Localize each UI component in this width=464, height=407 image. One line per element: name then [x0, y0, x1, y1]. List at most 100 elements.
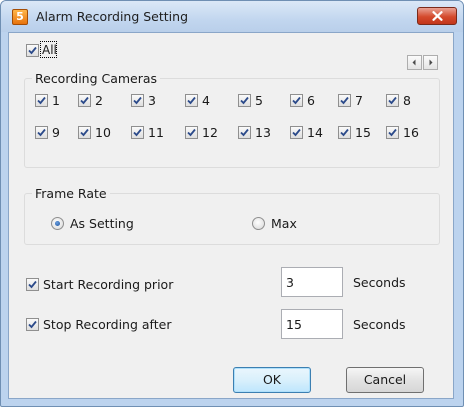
- checkmark-icon: [28, 280, 37, 289]
- close-icon: [432, 11, 443, 21]
- frame-rate-group: Frame Rate As Setting Max: [24, 186, 440, 245]
- camera-label: 10: [95, 125, 111, 140]
- checkmark-icon: [28, 46, 37, 55]
- camera-label: 2: [95, 93, 103, 108]
- camera-label: 15: [355, 125, 371, 140]
- camera-checkbox[interactable]: [35, 126, 48, 139]
- checkmark-icon: [80, 96, 89, 105]
- camera-checkbox[interactable]: [386, 94, 399, 107]
- camera-checkbox[interactable]: [238, 94, 251, 107]
- all-checkbox[interactable]: [26, 44, 39, 57]
- camera-label: 4: [202, 93, 210, 108]
- after-seconds-unit: Seconds: [353, 317, 406, 332]
- camera-checkbox[interactable]: [35, 94, 48, 107]
- prior-seconds-unit: Seconds: [353, 275, 406, 290]
- checkmark-icon: [292, 128, 301, 137]
- checkmark-icon: [28, 320, 37, 329]
- stop-recording-after-row[interactable]: Stop Recording after: [26, 317, 171, 332]
- stop-recording-after-label: Stop Recording after: [43, 317, 172, 332]
- camera-9-checkbox-row[interactable]: 9: [35, 125, 60, 141]
- camera-13-checkbox-row[interactable]: 13: [238, 125, 271, 141]
- camera-label: 11: [148, 125, 164, 140]
- camera-label: 6: [307, 93, 315, 108]
- camera-1-checkbox-row[interactable]: 1: [35, 93, 60, 109]
- as-setting-label: As Setting: [70, 216, 134, 231]
- checkmark-icon: [388, 128, 397, 137]
- camera-6-checkbox-row[interactable]: 6: [290, 93, 315, 109]
- recording-cameras-title: Recording Cameras: [32, 71, 161, 86]
- checkmark-icon: [37, 128, 46, 137]
- spin-left-button[interactable]: [407, 55, 422, 70]
- checkmark-icon: [133, 128, 142, 137]
- dialog-body: All Recording Cameras 1 2 3 4 5 6 7 8 9 10 11 12 13 1…: [8, 32, 454, 399]
- camera-label: 8: [403, 93, 411, 108]
- option-as-setting[interactable]: As Setting: [51, 216, 134, 231]
- camera-label: 1: [52, 93, 60, 108]
- close-button[interactable]: [417, 7, 457, 25]
- stop-recording-after-checkbox[interactable]: [26, 318, 39, 331]
- camera-8-checkbox-row[interactable]: 8: [386, 93, 411, 109]
- page-spinner[interactable]: [407, 55, 438, 70]
- checkmark-icon: [187, 128, 196, 137]
- recording-cameras-group: Recording Cameras 1 2 3 4 5 6 7 8 9 10 11 12 13 14 15 1…: [24, 71, 440, 168]
- start-recording-prior-row[interactable]: Start Recording prior: [26, 277, 173, 292]
- camera-checkbox[interactable]: [78, 94, 91, 107]
- title-bar[interactable]: 5 Alarm Recording Setting: [1, 1, 463, 32]
- camera-2-checkbox-row[interactable]: 2: [78, 93, 103, 109]
- camera-checkbox[interactable]: [338, 94, 351, 107]
- checkmark-icon: [37, 96, 46, 105]
- camera-4-checkbox-row[interactable]: 4: [185, 93, 210, 109]
- camera-15-checkbox-row[interactable]: 15: [338, 125, 371, 141]
- camera-checkbox[interactable]: [131, 126, 144, 139]
- as-setting-radio[interactable]: [51, 217, 64, 230]
- start-recording-prior-checkbox[interactable]: [26, 278, 39, 291]
- camera-checkbox[interactable]: [290, 126, 303, 139]
- camera-label: 14: [307, 125, 323, 140]
- camera-label: 7: [355, 93, 363, 108]
- camera-10-checkbox-row[interactable]: 10: [78, 125, 111, 141]
- camera-12-checkbox-row[interactable]: 12: [185, 125, 218, 141]
- camera-checkbox[interactable]: [185, 126, 198, 139]
- camera-label: 5: [255, 93, 263, 108]
- checkmark-icon: [292, 96, 301, 105]
- arrow-left-icon: [412, 59, 416, 66]
- camera-11-checkbox-row[interactable]: 11: [131, 125, 164, 141]
- checkmark-icon: [340, 128, 349, 137]
- camera-checkbox[interactable]: [290, 94, 303, 107]
- spin-right-button[interactable]: [423, 55, 438, 70]
- camera-5-checkbox-row[interactable]: 5: [238, 93, 263, 109]
- camera-label: 3: [148, 93, 156, 108]
- start-recording-prior-label: Start Recording prior: [43, 277, 174, 292]
- window-title: Alarm Recording Setting: [36, 9, 189, 24]
- camera-3-checkbox-row[interactable]: 3: [131, 93, 156, 109]
- checkmark-icon: [388, 96, 397, 105]
- checkmark-icon: [187, 96, 196, 105]
- camera-7-checkbox-row[interactable]: 7: [338, 93, 363, 109]
- cancel-button[interactable]: Cancel: [346, 367, 424, 393]
- camera-16-checkbox-row[interactable]: 16: [386, 125, 419, 141]
- camera-label: 13: [255, 125, 271, 140]
- checkmark-icon: [80, 128, 89, 137]
- camera-checkbox[interactable]: [338, 126, 351, 139]
- app-icon: 5: [12, 9, 28, 25]
- camera-label: 12: [202, 125, 218, 140]
- option-max[interactable]: Max: [252, 216, 297, 231]
- camera-checkbox[interactable]: [78, 126, 91, 139]
- camera-checkbox[interactable]: [238, 126, 251, 139]
- camera-checkbox[interactable]: [131, 94, 144, 107]
- camera-checkbox[interactable]: [185, 94, 198, 107]
- dialog-window: 5 Alarm Recording Setting All Recording: [0, 0, 464, 407]
- prior-seconds-input[interactable]: [281, 267, 343, 297]
- max-label: Max: [271, 216, 297, 231]
- camera-14-checkbox-row[interactable]: 14: [290, 125, 323, 141]
- all-checkbox-row[interactable]: All: [26, 41, 57, 58]
- ok-button[interactable]: OK: [233, 367, 311, 393]
- arrow-right-icon: [429, 59, 433, 66]
- after-seconds-input[interactable]: [281, 309, 343, 339]
- checkmark-icon: [133, 96, 142, 105]
- all-label: All: [42, 43, 57, 57]
- camera-label: 16: [403, 125, 419, 140]
- camera-checkbox[interactable]: [386, 126, 399, 139]
- max-radio[interactable]: [252, 217, 265, 230]
- checkmark-icon: [240, 128, 249, 137]
